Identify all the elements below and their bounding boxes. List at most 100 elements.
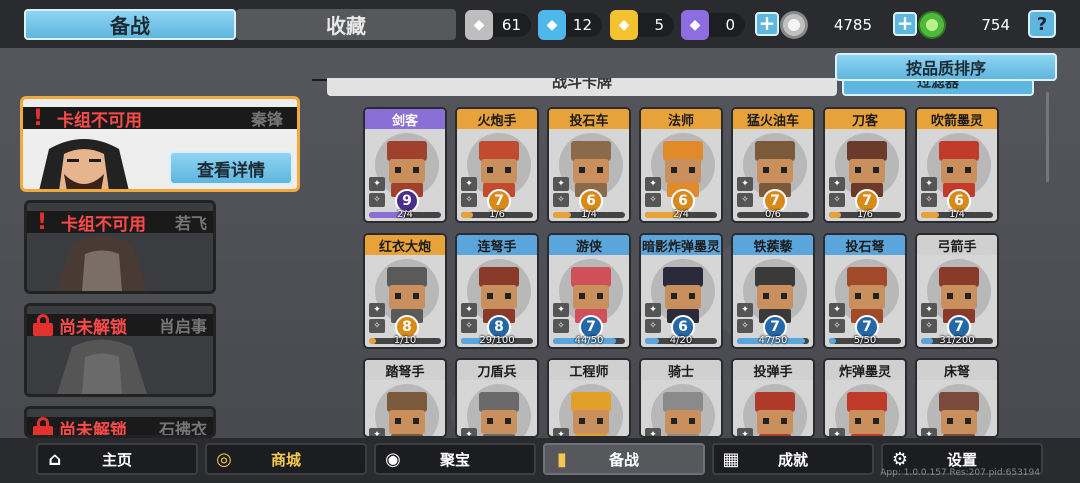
- card-progress: 29/100: [461, 335, 533, 347]
- view-details-button[interactable]: 查看详情: [169, 151, 293, 185]
- card[interactable]: 投石车 ✦ ✧ 6 1/4: [547, 107, 631, 223]
- trait-icon: ✦: [369, 177, 385, 191]
- hero-card-qinfeng[interactable]: ! 卡组不可用 秦锋 查看详情: [20, 96, 300, 192]
- trait-icon: ✦: [737, 428, 753, 436]
- card-progress: 44/50: [553, 335, 625, 347]
- card-name: 游侠: [549, 235, 629, 255]
- trait-icon: ✧: [737, 319, 753, 333]
- nav-shop[interactable]: ◎ 商城: [205, 443, 367, 475]
- home-icon: ⌂: [48, 448, 62, 470]
- hero-status: 尚未解锁: [59, 420, 127, 438]
- tab-collection[interactable]: 收藏: [236, 9, 456, 40]
- card-name: 投弹手: [733, 360, 813, 380]
- gold-shard-count: 5: [654, 16, 664, 34]
- card[interactable]: 暗影炸弹墨灵 ✦ ✧ 6 4/20: [639, 233, 723, 349]
- silver-shard-count: 61: [501, 16, 521, 34]
- progress-text: 2/4: [396, 209, 414, 220]
- hero-name: 秦锋: [250, 110, 283, 129]
- lock-icon: [33, 314, 53, 336]
- tab-prepare[interactable]: 备战: [24, 9, 236, 40]
- card-name: 床弩: [917, 360, 997, 380]
- add-silver-button[interactable]: +: [755, 12, 779, 36]
- nav-home[interactable]: ⌂ 主页: [36, 443, 198, 475]
- card[interactable]: 吹箭墨灵 ✦ ✧ 6 1/4: [915, 107, 999, 223]
- lock-icon: [33, 417, 53, 435]
- card[interactable]: 弓箭手 ✦ ✧ 7 31/200: [915, 233, 999, 349]
- progress-text: 31/200: [939, 335, 975, 346]
- silver-shard-icon: ◆: [465, 10, 493, 40]
- card-name: 炸弹墨灵: [825, 360, 905, 380]
- progress-text: 1/6: [856, 209, 874, 220]
- card-progress: 1/4: [921, 209, 993, 221]
- resource-gold-shard: ◆ 5: [610, 10, 674, 40]
- hero-card-shifuyi[interactable]: 尚未解锁 石拂衣: [24, 406, 216, 438]
- card-progress: 1/6: [829, 209, 901, 221]
- card[interactable]: 投石弩 ✦ ✧ 7 5/50: [823, 233, 907, 349]
- trait-icon: ✦: [737, 303, 753, 317]
- progress-text: 1/10: [393, 335, 417, 346]
- card[interactable]: 连弩手 ✦ ✧ 8 29/100: [455, 233, 539, 349]
- hero-status: 卡组不可用: [61, 214, 146, 235]
- card-progress: 4/20: [645, 335, 717, 347]
- purple-shard-count: 0: [725, 16, 735, 34]
- trait-icon: ✦: [369, 303, 385, 317]
- trait-icon: ✦: [921, 177, 937, 191]
- card-name: 火炮手: [457, 109, 537, 129]
- hero-status: 尚未解锁: [59, 317, 127, 338]
- card-name: 刀盾兵: [457, 360, 537, 380]
- hero-status-banner: ! 卡组不可用 秦锋: [23, 105, 297, 131]
- card-name: 刀客: [825, 109, 905, 129]
- card[interactable]: 投弹手✦✧: [731, 358, 815, 438]
- card[interactable]: 工程师✦✧: [547, 358, 631, 438]
- card[interactable]: 床弩✦✧: [915, 358, 999, 438]
- trait-icon: ✧: [645, 319, 661, 333]
- card[interactable]: 踏弩手✦✧: [363, 358, 447, 438]
- add-gold-button[interactable]: +: [893, 12, 917, 36]
- card-progress: 1/10: [369, 335, 441, 347]
- card[interactable]: 红衣大炮 ✦ ✧ 8 1/10: [363, 233, 447, 349]
- card[interactable]: 法师 ✦ ✧ 6 2/4: [639, 107, 723, 223]
- card[interactable]: 骑士✦✧: [639, 358, 723, 438]
- nav-prepare[interactable]: ▮ 备战: [543, 443, 705, 475]
- trait-icon: ✧: [829, 319, 845, 333]
- nav-achievement[interactable]: ▦ 成就: [712, 443, 874, 475]
- help-button[interactable]: ?: [1028, 10, 1056, 38]
- nav-label: 聚宝: [439, 450, 470, 469]
- progress-text: 5/50: [853, 335, 877, 346]
- nav-label: 主页: [101, 450, 132, 469]
- nav-label: 备战: [608, 450, 639, 469]
- hero-status-banner: 尚未解锁 肖启事: [27, 314, 213, 338]
- card-progress: 5/50: [829, 335, 901, 347]
- card-progress: 1/6: [461, 209, 533, 221]
- card[interactable]: 火炮手 ✦ ✧ 7 1/6: [455, 107, 539, 223]
- warning-icon: !: [33, 105, 44, 131]
- sort-by-quality-button[interactable]: 按品质排序: [835, 53, 1057, 81]
- card-progress: 31/200: [921, 335, 993, 347]
- trait-icon: ✦: [921, 303, 937, 317]
- coins-icon: ◎: [216, 448, 232, 470]
- hero-card-xiaoqishi[interactable]: 尚未解锁 肖启事: [24, 303, 216, 397]
- trait-icon: ✧: [369, 319, 385, 333]
- hero-name: 肖启事: [158, 317, 207, 336]
- card[interactable]: 猛火油车 ✦ ✧ 7 0/6: [731, 107, 815, 223]
- trait-icon: ✦: [921, 428, 937, 436]
- card-name: 猛火油车: [733, 109, 813, 129]
- card-name: 剑客: [365, 109, 445, 129]
- card-list-scrollbar[interactable]: [1046, 92, 1049, 182]
- card[interactable]: 游侠 ✦ ✧ 7 44/50: [547, 233, 631, 349]
- card[interactable]: 炸弹墨灵✦✧: [823, 358, 907, 438]
- card-name: 投石车: [549, 109, 629, 129]
- card[interactable]: 刀盾兵✦✧: [455, 358, 539, 438]
- achievement-icon: ▦: [722, 448, 740, 470]
- trait-icon: ✧: [921, 319, 937, 333]
- card[interactable]: 剑客 ✦ ✧ 9 2/4: [363, 107, 447, 223]
- nav-treasure[interactable]: ◉ 聚宝: [374, 443, 536, 475]
- blue-shard-count: 12: [572, 16, 592, 34]
- card[interactable]: 刀客 ✦ ✧ 7 1/6: [823, 107, 907, 223]
- filter-button[interactable]: 过滤器: [842, 80, 1034, 96]
- trait-icon: ✦: [829, 303, 845, 317]
- resource-blue-shard: ◆ 12: [538, 10, 602, 40]
- progress-text: 29/100: [479, 335, 515, 346]
- hero-card-ruofei[interactable]: ! 卡组不可用 若飞: [24, 200, 216, 294]
- card[interactable]: 铁蒺藜 ✦ ✧ 7 47/50: [731, 233, 815, 349]
